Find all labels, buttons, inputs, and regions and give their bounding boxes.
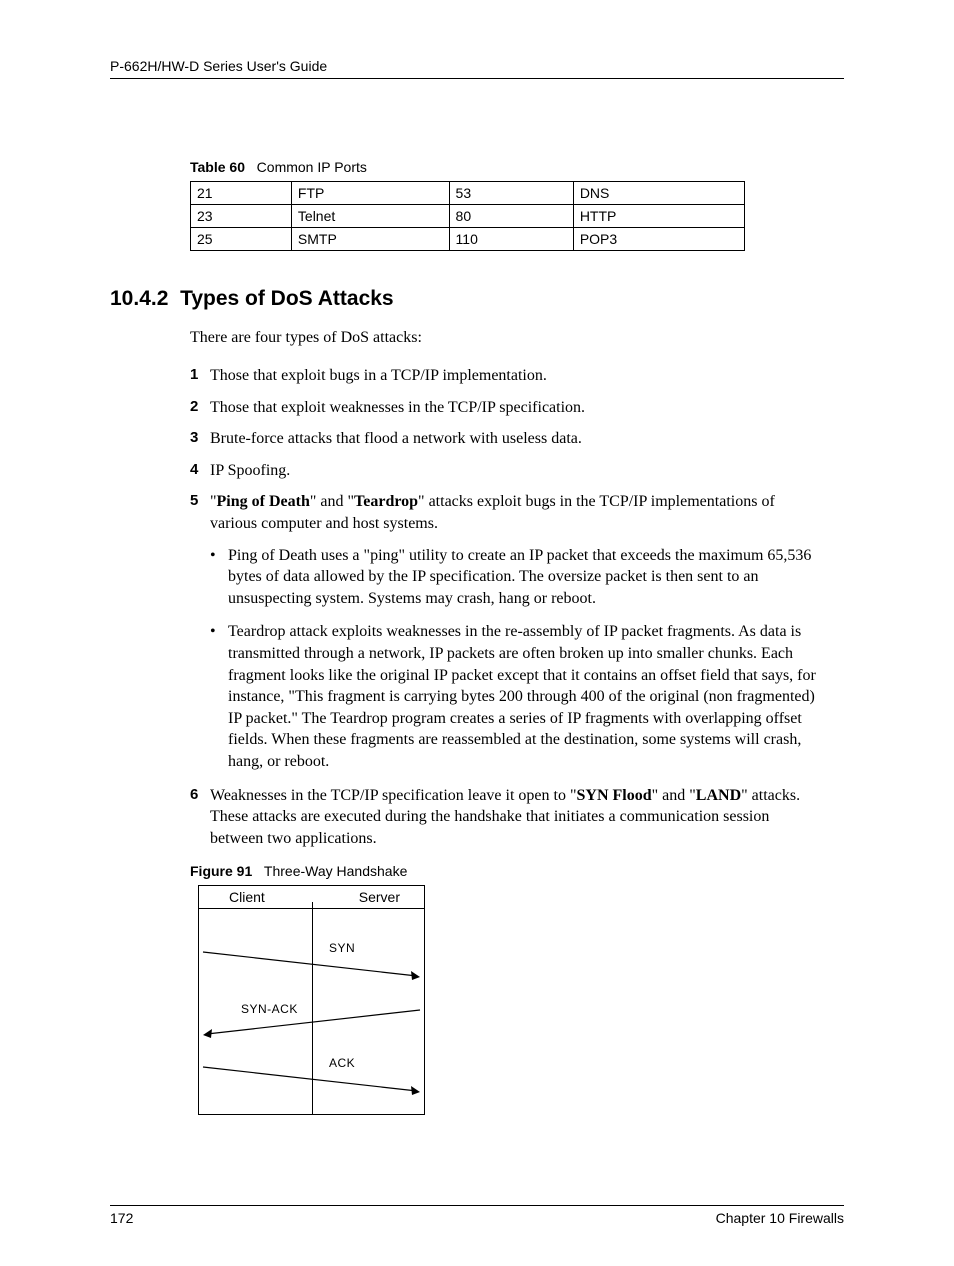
table-caption: Table 60 Common IP Ports [190, 159, 844, 175]
item-text: Weaknesses in the TCP/IP specification l… [210, 787, 800, 847]
arrow-icon [199, 1004, 424, 1044]
item-number: 5 [190, 491, 198, 511]
list-item: 1 Those that exploit bugs in a TCP/IP imp… [190, 365, 824, 387]
running-header: P-662H/HW-D Series User's Guide [110, 58, 844, 79]
arrow-icon [199, 1061, 424, 1101]
figure-caption: Figure 91 Three-Way Handshake [190, 863, 844, 879]
arrow-icon [199, 946, 424, 986]
section-heading: 10.4.2 Types of DoS Attacks [110, 287, 844, 311]
port-number: 53 [449, 182, 573, 205]
common-ip-ports-table: 21 FTP 53 DNS 23 Telnet 80 HTTP 25 SMTP … [190, 181, 745, 251]
port-number: 25 [191, 228, 292, 251]
table-row: 21 FTP 53 DNS [191, 182, 745, 205]
list-item: Ping of Death uses a "ping" utility to c… [210, 545, 824, 610]
page-number: 172 [110, 1210, 133, 1226]
table-row: 25 SMTP 110 POP3 [191, 228, 745, 251]
chapter-label: Chapter 10 Firewalls [716, 1210, 844, 1226]
item-number: 2 [190, 397, 198, 417]
port-name: Telnet [291, 205, 449, 228]
item-text: Brute-force attacks that flood a network… [210, 430, 582, 447]
list-item: 6 Weaknesses in the TCP/IP specification … [190, 785, 824, 850]
port-name: POP3 [573, 228, 744, 251]
port-name: DNS [573, 182, 744, 205]
figure-title: Three-Way Handshake [264, 863, 407, 879]
item-text: "Ping of Death" and "Teardrop" attacks e… [210, 493, 775, 532]
list-item: 4 IP Spoofing. [190, 460, 824, 482]
attack-details-list: Ping of Death uses a "ping" utility to c… [210, 545, 844, 773]
list-item: Teardrop attack exploits weaknesses in t… [210, 621, 824, 772]
page-footer: 172 Chapter 10 Firewalls [110, 1205, 844, 1226]
server-label: Server [359, 889, 400, 905]
port-name: FTP [291, 182, 449, 205]
list-item: 2 Those that exploit weaknesses in the TC… [190, 397, 824, 419]
dos-types-list: 1 Those that exploit bugs in a TCP/IP imp… [190, 365, 844, 535]
port-number: 21 [191, 182, 292, 205]
port-name: SMTP [291, 228, 449, 251]
list-item: 5 "Ping of Death" and "Teardrop" attacks … [190, 491, 824, 534]
figure-label: Figure 91 [190, 863, 252, 879]
item-text: Those that exploit weaknesses in the TCP… [210, 399, 585, 416]
item-text: IP Spoofing. [210, 462, 290, 479]
table-title: Common IP Ports [257, 159, 367, 175]
port-number: 110 [449, 228, 573, 251]
port-number: 23 [191, 205, 292, 228]
port-name: HTTP [573, 205, 744, 228]
intro-paragraph: There are four types of DoS attacks: [190, 329, 844, 347]
three-way-handshake-figure: Client Server SYN SYN-ACK ACK [198, 885, 425, 1115]
item-number: 4 [190, 460, 198, 480]
table-label: Table 60 [190, 159, 245, 175]
table-row: 23 Telnet 80 HTTP [191, 205, 745, 228]
section-number: 10.4.2 [110, 287, 168, 310]
item-number: 6 [190, 785, 198, 805]
item-text: Those that exploit bugs in a TCP/IP impl… [210, 367, 547, 384]
port-number: 80 [449, 205, 573, 228]
section-title: Types of DoS Attacks [180, 287, 394, 310]
client-label: Client [229, 889, 265, 905]
item-number: 3 [190, 428, 198, 448]
item-number: 1 [190, 365, 198, 385]
dos-types-list-cont: 6 Weaknesses in the TCP/IP specification … [190, 785, 844, 850]
list-item: 3 Brute-force attacks that flood a networ… [190, 428, 824, 450]
